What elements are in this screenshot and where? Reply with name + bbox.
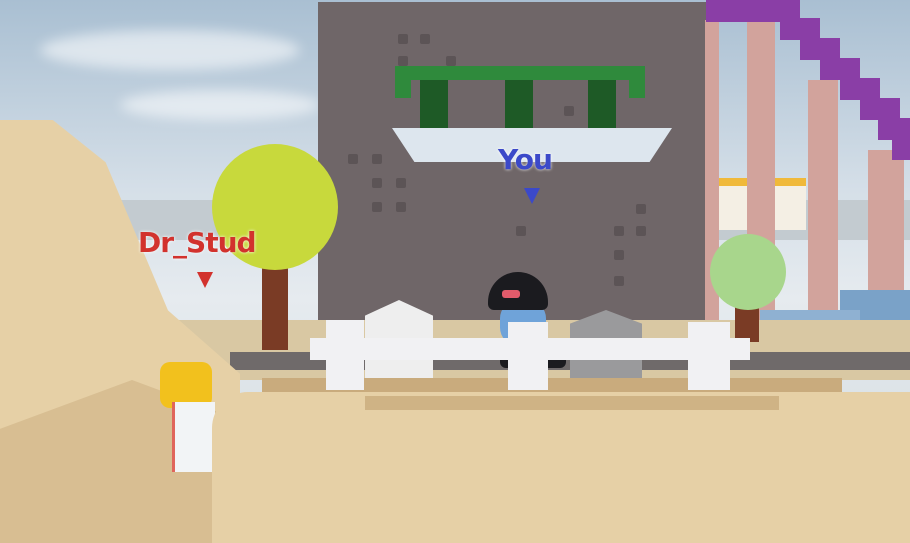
wall-stud — [446, 56, 456, 66]
sand-ledge — [365, 396, 779, 410]
wall-stud — [614, 276, 624, 286]
green-post — [420, 80, 448, 130]
purple-stair — [878, 118, 910, 140]
wall-stud — [348, 154, 358, 164]
other-nametag: Dr_Stud — [138, 226, 257, 259]
wall-stud — [564, 106, 574, 116]
cap-logo — [502, 290, 520, 298]
wall-stud — [372, 178, 382, 188]
other-player-body — [172, 402, 215, 472]
wall-stud — [396, 202, 406, 212]
wall-stud — [636, 226, 646, 236]
purple-stair — [800, 38, 840, 60]
wall-stud — [396, 178, 406, 188]
game-viewport[interactable]: You Dr_Stud — [0, 0, 910, 543]
wall-stud — [636, 204, 646, 214]
triangle-down-icon — [524, 188, 540, 204]
green-beam-end — [395, 66, 411, 98]
triangle-down-icon — [197, 272, 213, 288]
wall-stud — [372, 154, 382, 164]
purple-stair — [860, 98, 900, 120]
purple-stair — [840, 78, 880, 100]
fence-post — [688, 322, 730, 390]
green-post — [505, 80, 533, 130]
green-tree-foliage — [710, 234, 786, 310]
purple-stair — [892, 138, 910, 160]
cloud — [120, 90, 320, 120]
wall-stud — [398, 56, 408, 66]
pillar — [808, 80, 838, 320]
green-beam-end — [629, 66, 645, 98]
wall-stud — [372, 202, 382, 212]
purple-stair — [780, 18, 820, 40]
wall-stud — [420, 34, 430, 44]
fence-post — [326, 320, 364, 390]
sand-platform — [212, 392, 910, 543]
wall-stud — [398, 34, 408, 44]
purple-stair — [820, 58, 860, 80]
fence-post — [508, 322, 548, 390]
wall-stud — [516, 226, 526, 236]
cloud — [40, 30, 300, 70]
green-beam — [395, 66, 645, 80]
green-post — [588, 80, 616, 130]
self-nametag: You — [498, 143, 553, 176]
wall-stud — [614, 250, 624, 260]
wall-stud — [614, 226, 624, 236]
